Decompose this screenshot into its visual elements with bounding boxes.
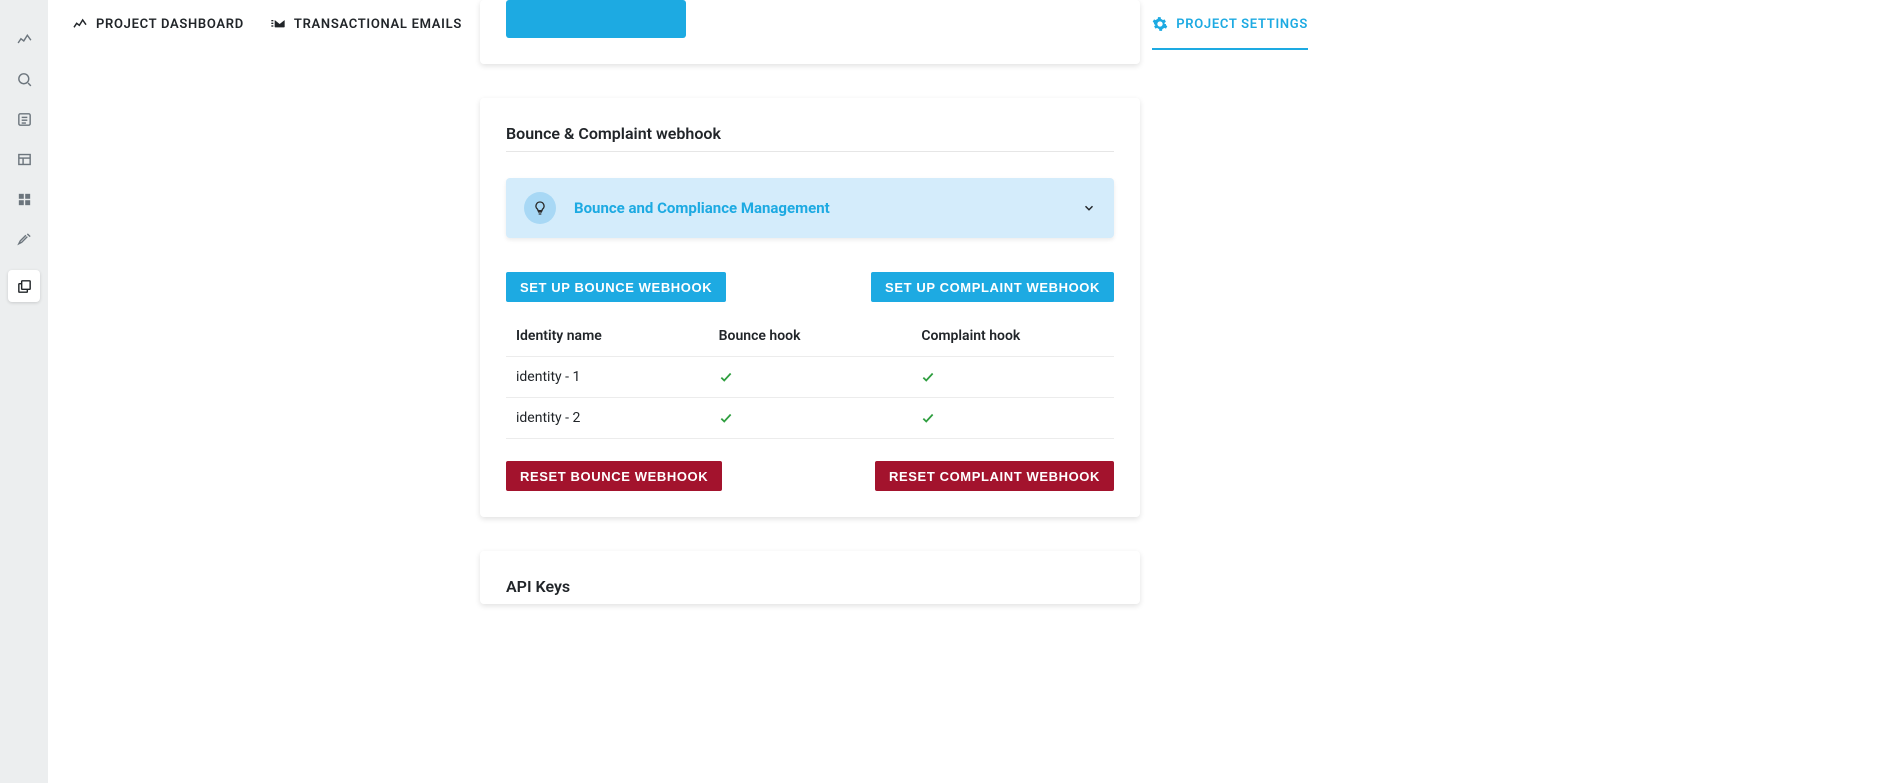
rail-layout-icon[interactable] xyxy=(15,150,33,168)
rail-tools-icon[interactable] xyxy=(15,230,33,248)
rail-globe-icon[interactable] xyxy=(15,70,33,88)
setup-complaint-button[interactable]: SET UP COMPLAINT WEBHOOK xyxy=(871,272,1114,302)
tab-label: PROJECT DASHBOARD xyxy=(96,17,244,32)
table-row: identity - 1 xyxy=(506,357,1114,398)
check-icon xyxy=(921,370,1114,384)
reset-complaint-button[interactable]: RESET COMPLAINT WEBHOOK xyxy=(875,461,1114,491)
webhook-table: Identity name Bounce hook Complaint hook… xyxy=(506,316,1114,439)
lightbulb-icon xyxy=(524,192,556,224)
bounce-complaint-card: Bounce & Complaint webhook Bounce and Co… xyxy=(480,98,1140,517)
col-bounce: Bounce hook xyxy=(709,316,912,357)
setup-bounce-button[interactable]: SET UP BOUNCE WEBHOOK xyxy=(506,272,726,302)
info-banner-title: Bounce and Compliance Management xyxy=(574,199,1064,217)
vertical-nav-rail xyxy=(0,0,48,783)
check-icon xyxy=(719,370,912,384)
info-banner[interactable]: Bounce and Compliance Management xyxy=(506,178,1114,238)
section-title: Bounce & Complaint webhook xyxy=(506,124,1114,152)
reset-bounce-button[interactable]: RESET BOUNCE WEBHOOK xyxy=(506,461,722,491)
reset-button-row: RESET BOUNCE WEBHOOK RESET COMPLAINT WEB… xyxy=(506,461,1114,491)
table-row: identity - 2 xyxy=(506,398,1114,439)
rail-list-icon[interactable] xyxy=(15,110,33,128)
content-area: Bounce & Complaint webhook Bounce and Co… xyxy=(480,0,1899,783)
col-identity: Identity name xyxy=(506,316,709,357)
tab-transactional-emails[interactable]: TRANSACTIONAL EMAILS xyxy=(270,16,462,50)
setup-button-row: SET UP BOUNCE WEBHOOK SET UP COMPLAINT W… xyxy=(506,272,1114,302)
previous-card-partial xyxy=(480,0,1140,64)
tab-project-dashboard[interactable]: PROJECT DASHBOARD xyxy=(72,16,244,50)
check-icon xyxy=(921,411,1114,425)
cell-identity: identity - 2 xyxy=(506,398,709,439)
mail-send-icon xyxy=(270,16,286,32)
rail-project-icon[interactable] xyxy=(8,270,40,302)
rail-grid-icon[interactable] xyxy=(15,190,33,208)
api-keys-card: API Keys xyxy=(480,551,1140,604)
tab-label: TRANSACTIONAL EMAILS xyxy=(294,17,462,32)
partial-blue-button[interactable] xyxy=(506,0,686,38)
check-icon xyxy=(719,411,912,425)
section-title: API Keys xyxy=(506,577,1114,604)
analytics-icon xyxy=(72,16,88,32)
rail-analytics-icon[interactable] xyxy=(15,30,33,48)
col-complaint: Complaint hook xyxy=(911,316,1114,357)
cell-identity: identity - 1 xyxy=(506,357,709,398)
chevron-down-icon xyxy=(1082,201,1096,215)
